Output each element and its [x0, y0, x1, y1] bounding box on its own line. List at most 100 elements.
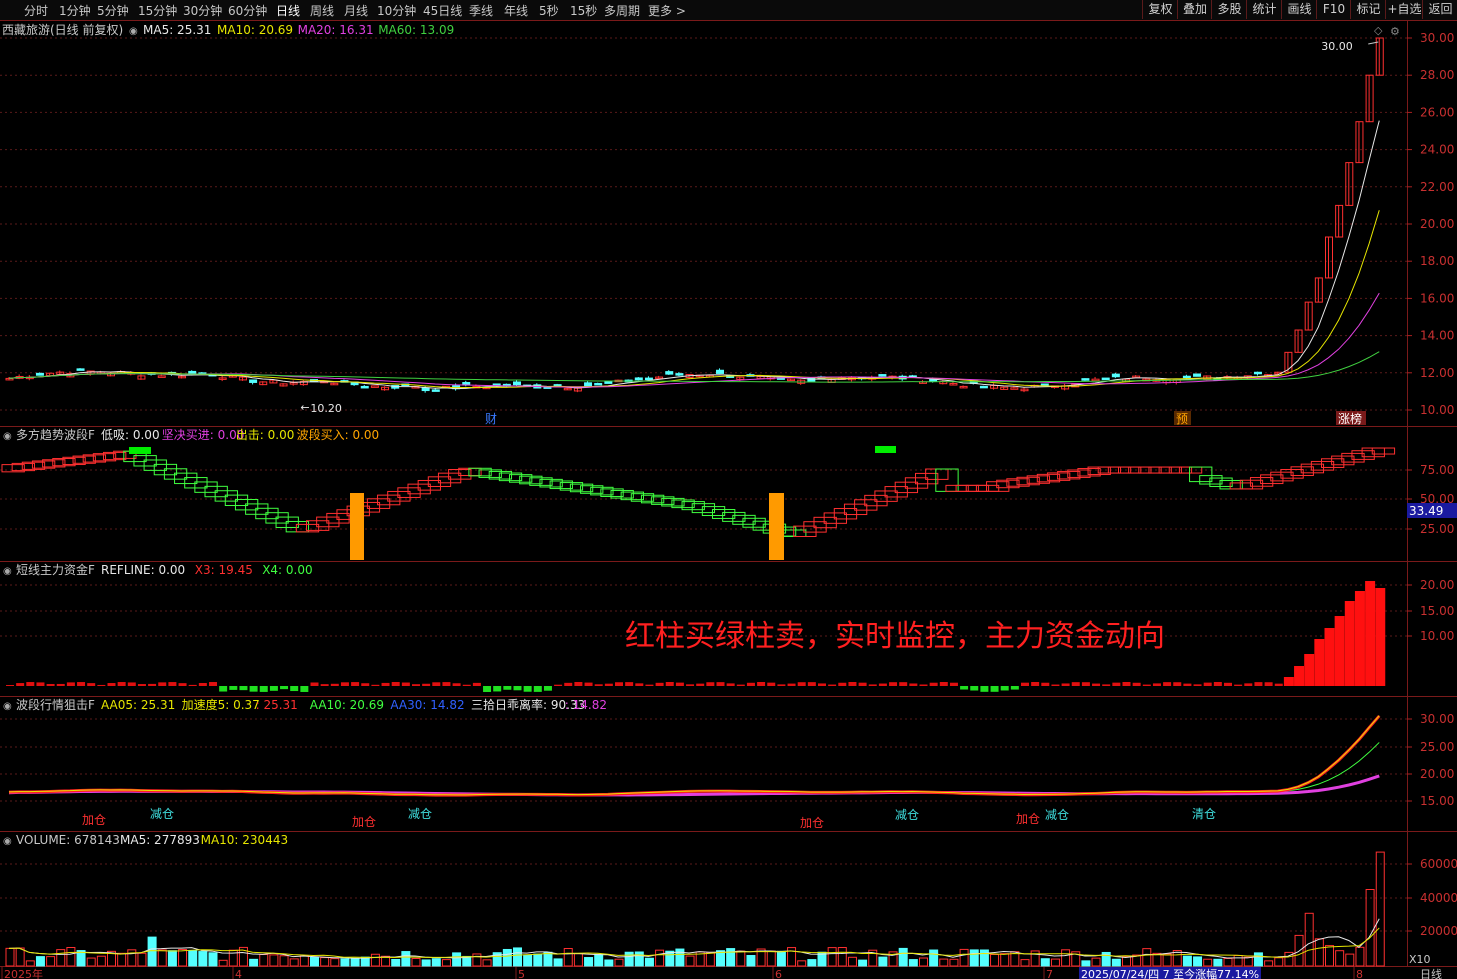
volume-bar — [1030, 950, 1040, 967]
volume-bar — [1162, 953, 1172, 967]
volume-bar — [1264, 960, 1274, 967]
flow-bar — [320, 684, 329, 686]
candle-body — [634, 377, 643, 381]
volume-bar — [320, 957, 330, 967]
candle-body — [1111, 373, 1120, 378]
annotation-text: 红柱买绿柱卖，实时监控，主力资金动向 — [625, 619, 1165, 654]
flow-bar — [503, 686, 512, 690]
band-box — [133, 455, 157, 467]
band-box — [234, 499, 259, 511]
volume-bar — [1091, 957, 1101, 967]
flow-bar — [675, 682, 684, 686]
volume-bar — [218, 959, 228, 967]
candle-body — [604, 381, 613, 384]
flow-bar — [878, 683, 887, 686]
indicator-value: AA30: 14.82 — [390, 698, 464, 712]
indicator-value: MA10: 20.69 — [217, 23, 293, 37]
flow-bar — [158, 682, 167, 686]
flow-bar — [1203, 682, 1212, 686]
flow-bar — [513, 686, 522, 691]
volume-bar — [594, 953, 604, 967]
collapse-icon[interactable]: ◉ — [3, 836, 12, 847]
volume-bar — [502, 948, 512, 967]
volume-bar — [249, 958, 259, 967]
flow-bar — [442, 682, 451, 686]
candle-body — [513, 381, 521, 386]
volume-bar — [736, 950, 746, 967]
band-box — [945, 484, 969, 492]
volume-bar — [15, 947, 25, 967]
trade-signal: 清仓 — [1192, 807, 1216, 821]
band-box — [326, 512, 350, 524]
flow-bar — [351, 682, 360, 686]
band-box — [194, 481, 218, 493]
flow-bar — [219, 686, 228, 692]
volume-bar — [1335, 950, 1345, 967]
volume-bar — [807, 959, 817, 967]
flow-bar — [716, 682, 725, 686]
ma-line-10 — [8, 210, 1380, 389]
candle-body — [1182, 375, 1191, 379]
collapse-icon[interactable]: ◉ — [3, 701, 12, 712]
panel2-header: ◉ 多方趋势波段F 低吸: 0.00 坚决买进: 0.00出击: 0.00 波段买入… — [3, 427, 379, 442]
flow-bar — [6, 685, 14, 686]
flow-bar — [412, 684, 420, 686]
flow-bar — [848, 682, 857, 686]
buy-signal-bar — [350, 493, 364, 560]
band-box — [285, 520, 310, 533]
diamond-icon[interactable]: ◇ — [1374, 24, 1383, 37]
volume-bar — [35, 956, 45, 967]
chart-canvas: 30.0010.20←财预涨榜 加仓 减仓加仓减仓加仓减仓 加仓 减仓 清仓 30.00… — [0, 20, 1457, 979]
trade-signal: 减仓 — [895, 808, 919, 822]
volume-bar — [949, 958, 959, 967]
volume-bar — [837, 947, 847, 967]
volume-bar — [990, 953, 1000, 967]
indicator-value: 出击: 0.00 — [236, 428, 295, 442]
band-box — [1229, 482, 1253, 490]
volume-bar — [431, 958, 441, 967]
volume-bar — [1375, 851, 1385, 967]
flow-bar — [574, 682, 583, 686]
low-price-label: 10.20 — [310, 402, 342, 415]
y-tick-label: 15.00 — [1420, 604, 1454, 618]
collapse-icon[interactable]: ◉ — [129, 26, 138, 37]
flow-bar — [1213, 682, 1222, 686]
flow-bar — [462, 684, 471, 686]
volume-bar — [797, 960, 807, 967]
volume-bar — [1355, 946, 1365, 967]
aa10-line — [8, 742, 1380, 796]
band-box — [1341, 452, 1365, 463]
y-tick-label: 40000 — [1420, 891, 1457, 905]
flow-bar — [838, 682, 847, 686]
indicator-value: MA5: 277893 — [120, 833, 200, 847]
volume-bar — [157, 949, 167, 967]
flow-bar — [818, 683, 826, 686]
flow-bar — [1224, 682, 1232, 686]
flow-bar — [1304, 654, 1315, 686]
band-box — [417, 479, 441, 491]
volume-bar — [472, 953, 482, 967]
band-box — [427, 476, 452, 487]
band-box — [843, 503, 868, 516]
flow-bar — [919, 684, 928, 686]
volume-bar — [685, 955, 695, 967]
y-tick-label: 20.00 — [1420, 217, 1454, 231]
volume-bar — [391, 958, 401, 967]
collapse-icon[interactable]: ◉ — [3, 431, 12, 442]
settings-icon[interactable]: ⚙ — [1390, 25, 1400, 38]
x-axis: 2025年 4 5 6 7 8 2025/07/24/四 7 至今涨幅77.14% 日线 — [0, 967, 1457, 979]
flow-bar — [472, 682, 481, 686]
band-box — [1219, 479, 1243, 490]
candle-body — [431, 389, 440, 392]
flow-bar — [767, 682, 776, 686]
flow-bar — [300, 686, 309, 692]
collapse-icon[interactable]: ◉ — [3, 566, 12, 577]
flow-bar — [1283, 677, 1294, 686]
candle-body — [35, 372, 44, 376]
band-box — [1310, 460, 1335, 471]
flow-bar — [229, 686, 238, 690]
flow-bar — [1000, 686, 1009, 691]
volume-bar — [969, 949, 979, 967]
band-box — [915, 472, 939, 485]
flow-bar — [1183, 683, 1192, 686]
